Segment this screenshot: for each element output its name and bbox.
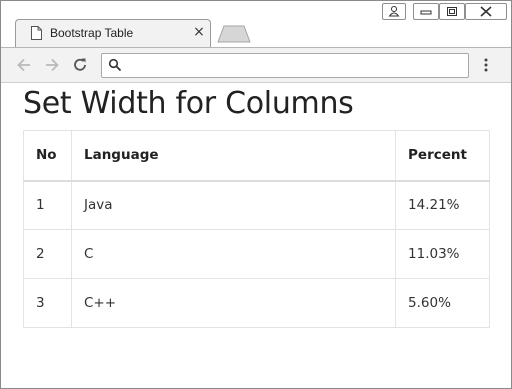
table-row: 3 C++ 5.60%: [23, 278, 490, 328]
table-header-row: No Language Percent: [23, 130, 490, 182]
page-title: Set Width for Columns: [23, 86, 354, 121]
page-content: Set Width for Columns No Language Percen…: [1, 84, 511, 388]
reload-icon[interactable]: [71, 56, 89, 74]
column-header-language: Language: [70, 130, 397, 182]
table-row: 2 C 11.03%: [23, 229, 490, 279]
minimize-icon[interactable]: [413, 3, 439, 20]
new-tab-button[interactable]: [217, 25, 251, 43]
cell-no: 1: [23, 180, 72, 230]
cell-percent: 11.03%: [395, 229, 490, 279]
browser-window: Bootstrap Table × Set Width for Columns …: [0, 0, 512, 389]
cell-language: C++: [70, 278, 397, 328]
cell-language: C: [70, 229, 397, 279]
cell-percent: 14.21%: [395, 180, 490, 230]
user-icon[interactable]: [382, 3, 406, 20]
document-icon: [31, 26, 42, 40]
address-bar[interactable]: [101, 53, 469, 78]
address-input[interactable]: [126, 56, 464, 75]
browser-toolbar: [1, 47, 511, 83]
three-dots-vertical-icon[interactable]: [479, 56, 493, 74]
tab-strip: Bootstrap Table ×: [1, 1, 511, 47]
tab-close-icon[interactable]: ×: [192, 25, 206, 39]
search-icon: [108, 58, 122, 72]
column-header-no: No: [23, 130, 72, 182]
cell-language: Java: [70, 180, 397, 230]
cell-no: 3: [23, 278, 72, 328]
maximize-icon[interactable]: [439, 3, 465, 20]
arrow-right-icon[interactable]: [43, 56, 61, 74]
column-header-percent: Percent: [395, 130, 490, 182]
cell-percent: 5.60%: [395, 278, 490, 328]
tab-title: Bootstrap Table: [50, 26, 134, 40]
table-row: 1 Java 14.21%: [23, 180, 490, 230]
close-icon[interactable]: [465, 3, 507, 20]
browser-tab[interactable]: Bootstrap Table ×: [15, 19, 211, 47]
arrow-left-icon[interactable]: [15, 56, 33, 74]
data-table: No Language Percent 1 Java 14.21% 2 C 11…: [23, 130, 490, 328]
cell-no: 2: [23, 229, 72, 279]
